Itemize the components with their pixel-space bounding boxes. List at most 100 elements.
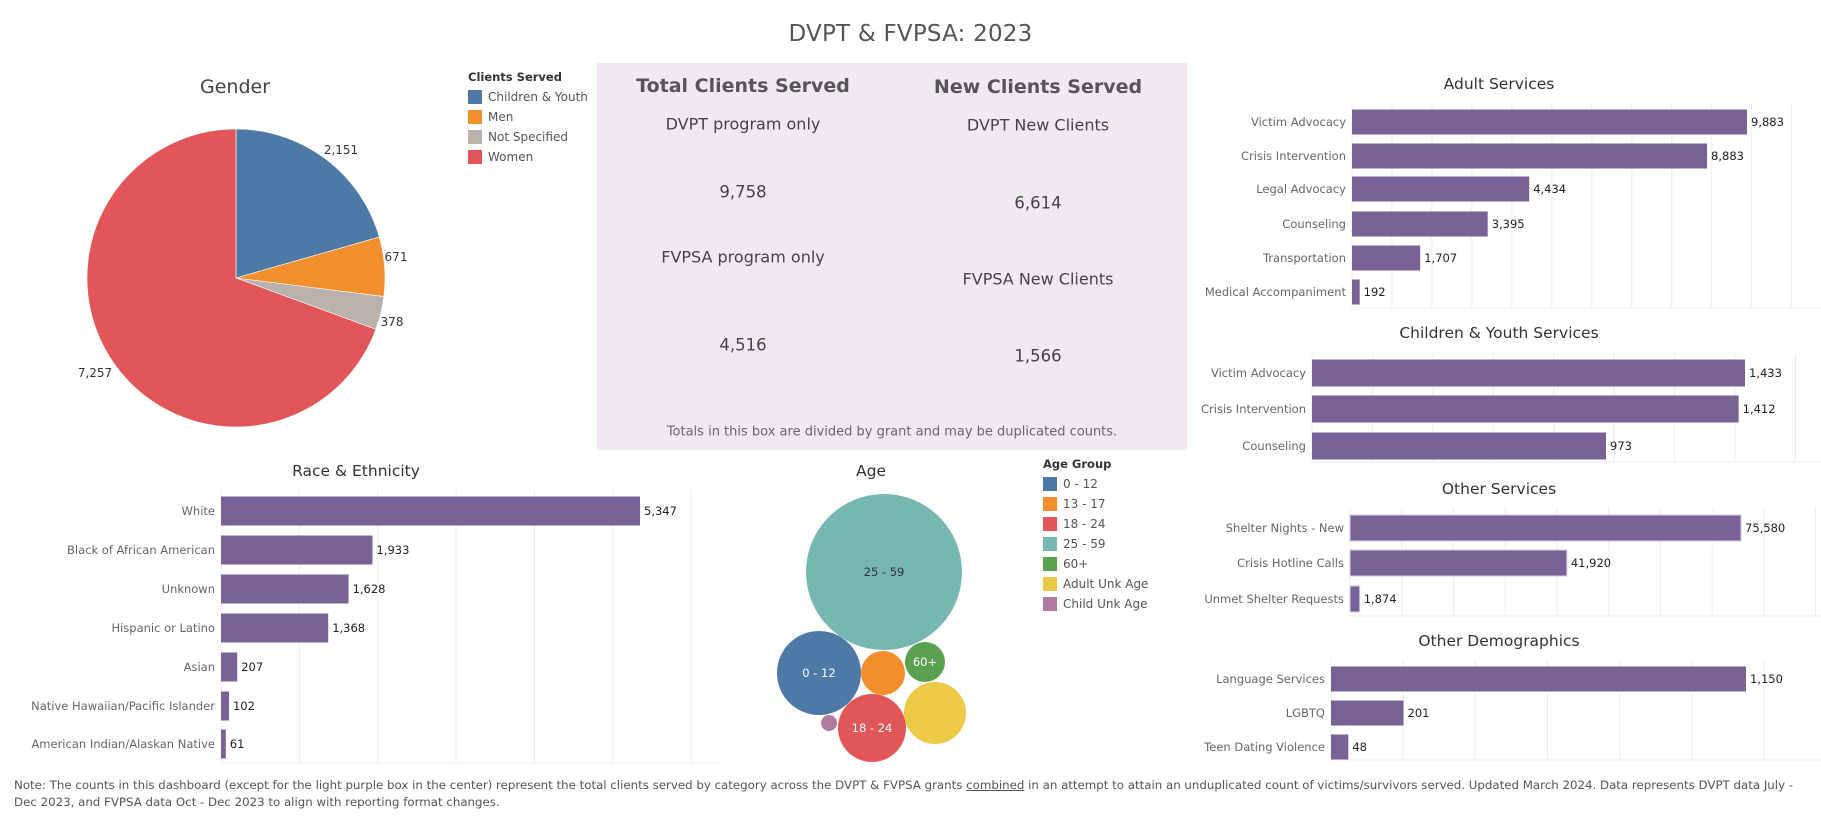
youth-services-title: Children & Youth Services [1399, 324, 1599, 342]
category-label-american-indian-alaskan-native: American Indian/Alaskan Native [31, 737, 215, 751]
dashboard-note: Note: The counts in this dashboard (exce… [14, 777, 1804, 811]
category-label-teen-dating-violence: Teen Dating Violence [1203, 740, 1325, 754]
category-label-white: White [182, 504, 215, 518]
legend-label: 25 - 59 [1063, 537, 1106, 551]
bar-black-of-african-american [221, 535, 373, 565]
legend-swatch [1043, 597, 1057, 611]
value-label-crisis-intervention: 1,412 [1743, 402, 1776, 416]
legend-label: 13 - 17 [1063, 497, 1106, 511]
legend-swatch [1043, 537, 1057, 551]
kpi-footnote: Totals in this box are divided by grant … [666, 424, 1118, 440]
legend-item-age-25-59[interactable]: 25 - 59 [1043, 534, 1148, 554]
value-label-asian: 207 [241, 660, 263, 674]
legend-item-children-youth[interactable]: Children & Youth [468, 87, 588, 107]
other-services-title: Other Services [1441, 480, 1557, 498]
fvpsa-program-label: FVPSA program only [661, 247, 825, 267]
legend-item-adult-unk-age[interactable]: Adult Unk Age [1043, 574, 1148, 594]
fvpsa-new-value: 1,566 [1014, 346, 1062, 366]
bar-medical-accompaniment [1352, 279, 1360, 305]
bar-transportation [1352, 245, 1421, 271]
category-label-crisis-intervention: Crisis Intervention [1241, 149, 1346, 163]
category-label-language-services: Language Services [1216, 672, 1325, 686]
pie-label-not-specified: 378 [381, 315, 404, 329]
bar-unmet-shelter-requests [1349, 585, 1361, 613]
total-clients-heading: Total Clients Served [636, 75, 850, 97]
bubble-label-18-24: 18 - 24 [852, 721, 893, 735]
other-demographics-title: Other Demographics [1418, 632, 1580, 650]
dashboard-title: DVPT & FVPSA: 2023 [788, 21, 1033, 47]
category-label-crisis-intervention: Crisis Intervention [1201, 402, 1306, 416]
category-label-counseling: Counseling [1242, 439, 1306, 453]
legend-label: Children & Youth [488, 90, 588, 104]
bar-crisis-intervention [1352, 143, 1708, 169]
bar-hispanic-or-latino [221, 613, 329, 643]
gender-pie-chart: 2,151 671 378 7,257 [78, 128, 408, 428]
legend-swatch [1043, 557, 1057, 571]
value-label-counseling: 973 [1610, 439, 1632, 453]
category-label-legal-advocacy: Legal Advocacy [1256, 182, 1346, 196]
value-label-american-indian-alaskan-native: 61 [230, 737, 245, 751]
legend-item-men[interactable]: Men [468, 107, 588, 127]
pie-label-men: 671 [385, 250, 408, 264]
category-label-counseling: Counseling [1282, 217, 1346, 231]
category-label-victim-advocacy: Victim Advocacy [1251, 115, 1346, 129]
legend-label: Men [488, 110, 514, 124]
race-chart-title: Race & Ethnicity [292, 462, 420, 480]
legend-item-age-0-12[interactable]: 0 - 12 [1043, 474, 1148, 494]
value-label-language-services: 1,150 [1750, 672, 1783, 686]
bar-lgbtq [1331, 700, 1404, 726]
note-underlined-word: combined [966, 778, 1025, 792]
value-label-white: 5,347 [644, 504, 677, 518]
gender-legend-title: Clients Served [468, 70, 562, 84]
category-label-unknown: Unknown [162, 582, 215, 596]
legend-item-child-unk-age[interactable]: Child Unk Age [1043, 594, 1148, 614]
bar-shelter-nights-new [1349, 514, 1742, 542]
category-label-hispanic-or-latino: Hispanic or Latino [111, 621, 215, 635]
legend-swatch [1043, 497, 1057, 511]
value-label-native-hawaiian-pacific-islander: 102 [233, 699, 255, 713]
legend-swatch [468, 90, 482, 104]
legend-item-women[interactable]: Women [468, 147, 588, 167]
category-label-shelter-nights-new: Shelter Nights - New [1226, 521, 1344, 535]
bar-counseling [1312, 432, 1607, 460]
bar-american-indian-alaskan-native [221, 729, 226, 759]
bubble-child-unk-age [821, 715, 837, 731]
other-demographics-bar-chart: Language Services 1,150 LGBTQ 201 Teen Datin… [1203, 659, 1821, 761]
race-bar-chart: White 5,347 Black of African American 1,933… [31, 490, 720, 764]
legend-label: Not Specified [488, 130, 568, 144]
age-legend: Age Group 0 - 12 13 - 17 18 - 24 25 - 59… [1043, 457, 1148, 614]
bubble-13-17 [861, 651, 905, 695]
bar-white [221, 496, 640, 526]
legend-swatch [1043, 477, 1057, 491]
bar-native-hawaiian-pacific-islander [221, 691, 229, 721]
value-label-victim-advocacy: 9,883 [1751, 115, 1784, 129]
category-label-lgbtq: LGBTQ [1286, 706, 1325, 720]
pie-label-women: 7,257 [78, 366, 112, 380]
legend-label: Women [488, 150, 534, 164]
value-label-victim-advocacy: 1,433 [1749, 366, 1782, 380]
legend-item-age-60-plus[interactable]: 60+ [1043, 554, 1148, 574]
dvpt-new-label: DVPT New Clients [966, 115, 1110, 135]
category-label-victim-advocacy: Victim Advocacy [1211, 366, 1306, 380]
legend-item-age-13-17[interactable]: 13 - 17 [1043, 494, 1148, 514]
age-legend-title: Age Group [1043, 457, 1112, 471]
legend-item-age-18-24[interactable]: 18 - 24 [1043, 514, 1148, 534]
category-label-asian: Asian [184, 660, 215, 674]
adult-services-bar-chart: Victim Advocacy 9,883 Crisis Intervention 8… [1205, 104, 1821, 309]
value-label-medical-accompaniment: 192 [1364, 285, 1386, 299]
legend-swatch [468, 110, 482, 124]
legend-label: 18 - 24 [1063, 517, 1106, 531]
bar-teen-dating-violence [1331, 734, 1349, 760]
bar-unknown [221, 574, 349, 604]
bubble-label-25-59: 25 - 59 [864, 565, 905, 579]
legend-item-not-specified[interactable]: Not Specified [468, 127, 588, 147]
bubble-adult-unk-age [904, 682, 966, 744]
category-label-black-of-african-american: Black of African American [67, 543, 215, 557]
adult-services-title: Adult Services [1443, 75, 1555, 93]
other-services-bar-chart: Shelter Nights - New 75,580 Crisis Hotline… [1204, 508, 1821, 617]
category-label-unmet-shelter-requests: Unmet Shelter Requests [1204, 592, 1344, 606]
dvpt-program-label: DVPT program only [665, 114, 821, 134]
gender-legend: Clients Served Children & Youth Men Not … [468, 70, 588, 167]
dvpt-new-value: 6,614 [1014, 193, 1062, 213]
dvpt-program-value: 9,758 [719, 182, 767, 202]
